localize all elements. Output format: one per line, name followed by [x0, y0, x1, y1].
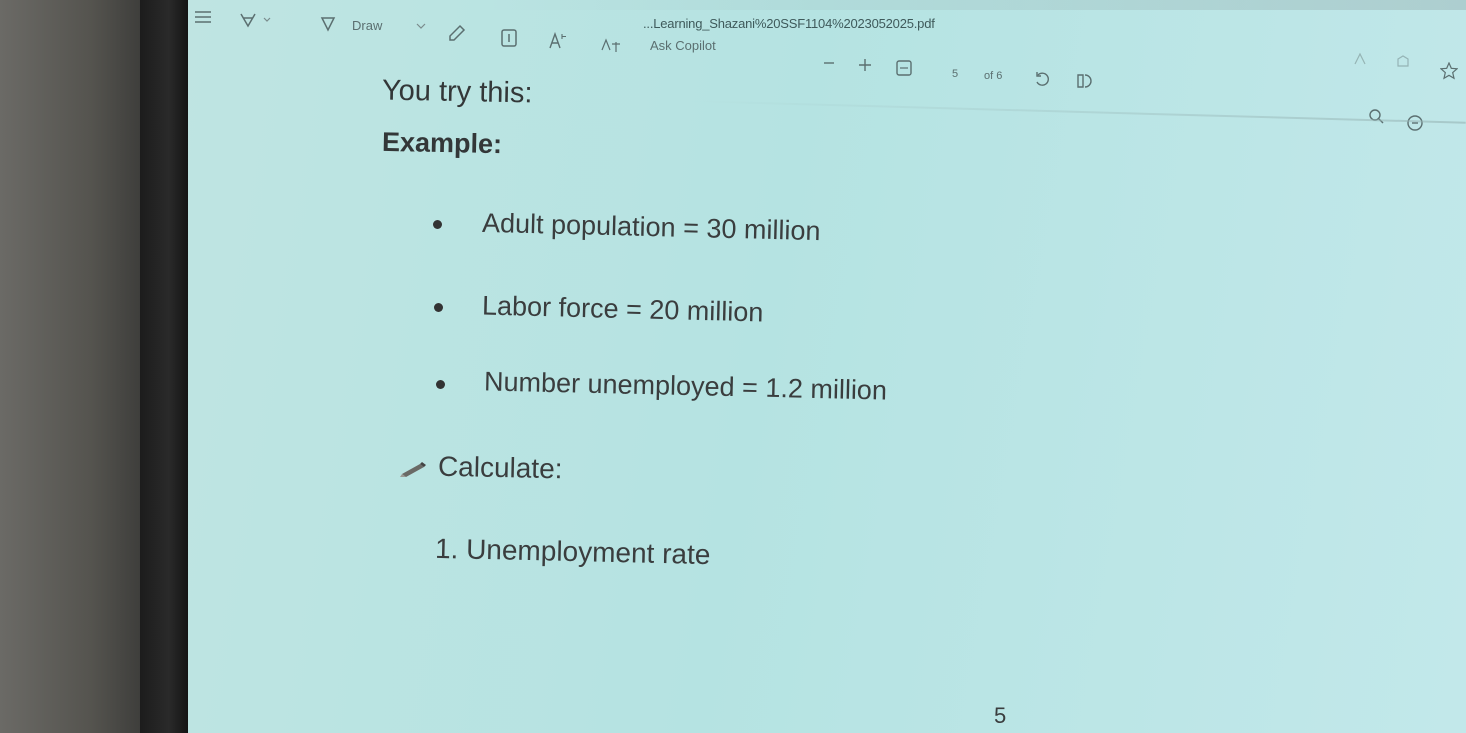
- pdf-page-content: You try this: Example: Adult population …: [188, 0, 1466, 733]
- task-item: 1. Unemployment rate: [434, 532, 711, 571]
- monitor-bezel: [140, 0, 188, 733]
- example-heading: Example:: [381, 126, 503, 160]
- bullet-icon: [436, 380, 445, 389]
- page-title: You try this:: [381, 74, 533, 110]
- page-number: 5: [994, 703, 1007, 728]
- bullet-icon: [433, 220, 442, 229]
- bullet-icon: [434, 303, 443, 312]
- pdf-viewer-screen: ...Learning_Shazani%20SSF1104%2023052025…: [188, 0, 1466, 733]
- calculate-label: Calculate:: [437, 450, 563, 485]
- pencil-icon: [398, 460, 428, 478]
- list-item: Adult population = 30 million: [481, 207, 821, 247]
- list-item: Number unemployed = 1.2 million: [483, 366, 888, 406]
- list-item: Labor force = 20 million: [481, 290, 764, 328]
- background-wall: [0, 0, 150, 733]
